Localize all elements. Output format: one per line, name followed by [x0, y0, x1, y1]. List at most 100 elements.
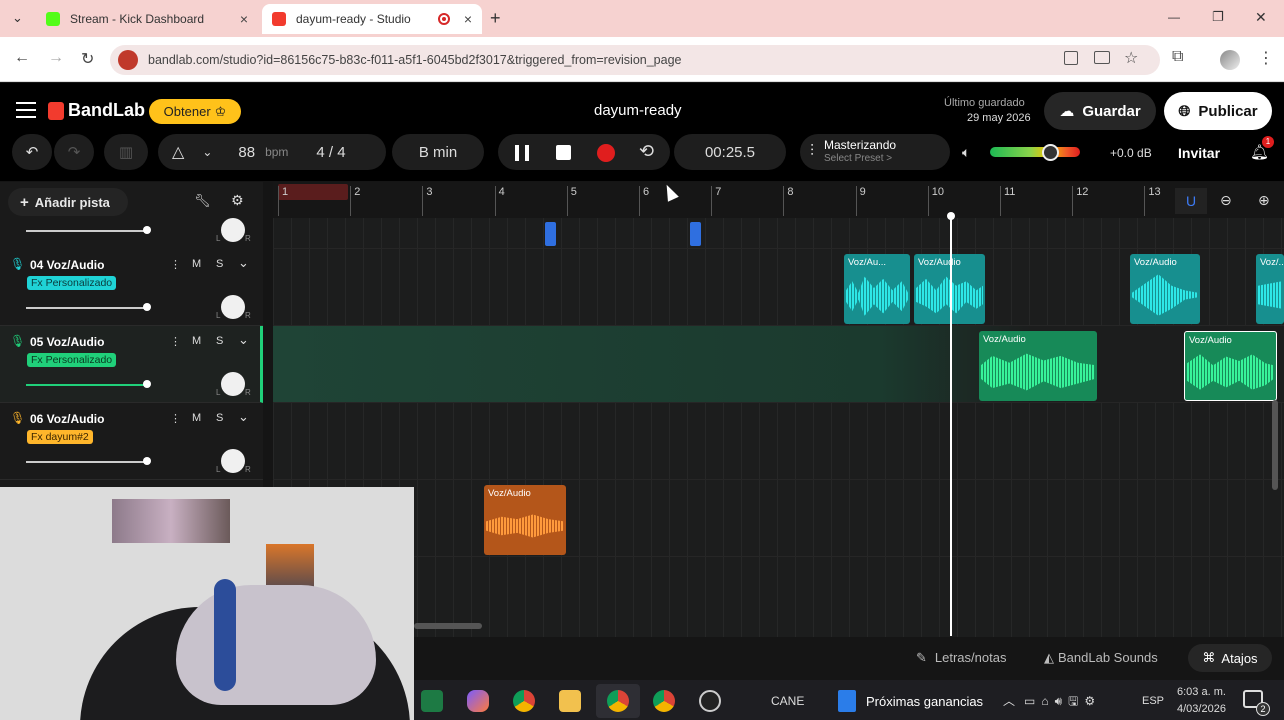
automation-icon[interactable]: ⚙︎: [231, 192, 244, 209]
lane-track-06[interactable]: [273, 403, 1284, 480]
copilot-icon[interactable]: [467, 690, 489, 712]
audio-clip-selected[interactable]: Voz/Audio: [1184, 331, 1277, 401]
save-button[interactable]: ☁ Guardar: [1044, 92, 1156, 130]
audio-clip[interactable]: Voz/Au...: [844, 254, 910, 324]
maximize-button[interactable]: ❐: [1212, 9, 1224, 25]
master-volume-meter[interactable]: [990, 147, 1080, 157]
obtener-button[interactable]: Obtener ♔: [149, 99, 241, 124]
volume-slider-handle[interactable]: [143, 380, 151, 388]
wrench-icon[interactable]: 🔧︎: [194, 193, 211, 209]
clock-date[interactable]: 4/03/2026: [1177, 703, 1226, 715]
volume-slider[interactable]: [26, 230, 150, 232]
ruler-bar-number[interactable]: 8: [783, 186, 794, 216]
track-name[interactable]: 06 Voz/Audio: [30, 412, 104, 426]
volume-slider[interactable]: [26, 384, 150, 386]
mute-button[interactable]: M: [192, 258, 201, 270]
install-app-icon[interactable]: [1094, 51, 1110, 64]
bandlab-sounds-button[interactable]: ◭ BandLab Sounds: [1044, 650, 1158, 666]
tab-bandlab-studio[interactable]: dayum-ready - Studio ×: [262, 4, 482, 34]
zoom-in-icon[interactable]: ⊕: [1258, 192, 1270, 209]
lyrics-notes-button[interactable]: ✎ Letras/notas: [916, 650, 1006, 666]
chevron-down-icon[interactable]: ⌄: [238, 409, 249, 425]
reload-icon[interactable]: ↻: [81, 49, 94, 69]
volume-slider[interactable]: [26, 307, 150, 309]
ruler-bar-number[interactable]: 10: [927, 186, 944, 216]
invite-button[interactable]: Invitar: [1178, 145, 1220, 161]
tray-icons[interactable]: ▭⌂🔊︎🖫⚙︎: [1024, 692, 1101, 713]
track-name[interactable]: 04 Voz/Audio: [30, 258, 104, 272]
loop-region[interactable]: [278, 184, 348, 200]
volume-slider[interactable]: [26, 461, 150, 463]
playhead[interactable]: [950, 216, 952, 636]
audio-clip[interactable]: Voz/...: [1256, 254, 1284, 324]
stop-button[interactable]: [556, 145, 571, 160]
chrome-icon[interactable]: [607, 690, 629, 712]
redo-button[interactable]: ↷: [54, 134, 94, 170]
lane-track-07[interactable]: [273, 480, 1284, 557]
tab-close-icon[interactable]: ×: [464, 11, 472, 27]
new-tab-button[interactable]: +: [490, 8, 501, 29]
ruler-bar-number[interactable]: 2: [350, 186, 360, 216]
ruler-bar-number[interactable]: 13: [1144, 186, 1161, 216]
ruler-bar-number[interactable]: 11: [1000, 186, 1015, 216]
back-icon[interactable]: ←: [14, 49, 30, 67]
hamburger-menu-icon[interactable]: [16, 102, 36, 118]
publish-button[interactable]: 🌐︎ Publicar: [1164, 92, 1272, 130]
site-info-icon[interactable]: [118, 50, 138, 70]
chevron-down-icon[interactable]: ⌄: [238, 332, 249, 348]
file-explorer-icon[interactable]: [559, 690, 581, 712]
input-language[interactable]: ESP: [1142, 695, 1164, 707]
tab-close-icon[interactable]: ×: [240, 11, 248, 27]
chrome-icon[interactable]: [513, 690, 535, 712]
volume-icon[interactable]: 🔈︎: [962, 144, 970, 161]
volume-slider-handle[interactable]: [143, 457, 151, 465]
fx-preset-tag[interactable]: Fx Personalizado: [27, 276, 117, 290]
news-widget[interactable]: Próximas ganancias: [838, 690, 983, 712]
ruler-bar-number[interactable]: 6: [639, 186, 649, 216]
solo-button[interactable]: S: [216, 335, 223, 347]
bandlab-logo[interactable]: BandLab: [48, 100, 145, 121]
pan-knob[interactable]: [221, 295, 245, 319]
ruler-bar-number[interactable]: 1: [278, 186, 288, 216]
track-options-icon[interactable]: ⋮: [170, 258, 181, 271]
lane-track-05[interactable]: [273, 326, 1284, 403]
excel-icon[interactable]: [421, 690, 443, 712]
pan-knob[interactable]: [221, 372, 245, 396]
mute-button[interactable]: M: [192, 412, 201, 424]
metronome-chevron-icon[interactable]: ⌄: [202, 145, 212, 159]
audio-clip[interactable]: Voz/Audio: [1130, 254, 1200, 324]
shortcuts-button[interactable]: ⌘ Atajos: [1188, 644, 1272, 672]
minimize-button[interactable]: —: [1168, 10, 1180, 24]
no-tracking-icon[interactable]: [1064, 51, 1078, 65]
master-volume-handle[interactable]: [1042, 144, 1059, 161]
chevron-down-icon[interactable]: ⌄: [238, 255, 249, 271]
automation-marker[interactable]: [690, 222, 701, 246]
zoom-out-icon[interactable]: ⊖: [1220, 192, 1232, 209]
horizontal-scrollbar[interactable]: [414, 623, 482, 629]
loop-icon[interactable]: ⟲: [639, 141, 654, 162]
record-button[interactable]: [597, 144, 615, 162]
pan-knob[interactable]: [221, 449, 245, 473]
key-selector[interactable]: B min: [392, 134, 484, 170]
track-options-icon[interactable]: ⋮: [170, 335, 181, 348]
solo-button[interactable]: S: [216, 258, 223, 270]
track-name[interactable]: 05 Voz/Audio: [30, 335, 104, 349]
vertical-scrollbar[interactable]: [1272, 400, 1278, 490]
volume-slider-handle[interactable]: [143, 226, 151, 234]
ruler-bar-number[interactable]: 4: [494, 186, 505, 216]
automation-marker[interactable]: [545, 222, 556, 246]
forward-icon[interactable]: →: [48, 49, 64, 67]
audio-clip[interactable]: Voz/Audio: [979, 331, 1097, 401]
ruler-bar-number[interactable]: 3: [422, 186, 433, 216]
lane-track-03[interactable]: [273, 218, 1284, 249]
tab-search-chevron-icon[interactable]: ⌄: [12, 10, 23, 26]
url-field[interactable]: bandlab.com/studio?id=86156c75-b83c-f011…: [110, 45, 1160, 75]
ruler-bar-number[interactable]: 7: [711, 186, 721, 216]
clock-time[interactable]: 6:03 a. m.: [1177, 686, 1226, 698]
track-options-icon[interactable]: ⋮: [170, 412, 181, 425]
mute-button[interactable]: M: [192, 335, 201, 347]
tray-chevron-icon[interactable]: ︿: [1003, 692, 1015, 709]
fx-preset-tag[interactable]: Fx dayum#2: [27, 430, 93, 444]
chrome-profile-icon[interactable]: [653, 690, 675, 712]
ruler-bar-number[interactable]: 5: [566, 186, 577, 216]
